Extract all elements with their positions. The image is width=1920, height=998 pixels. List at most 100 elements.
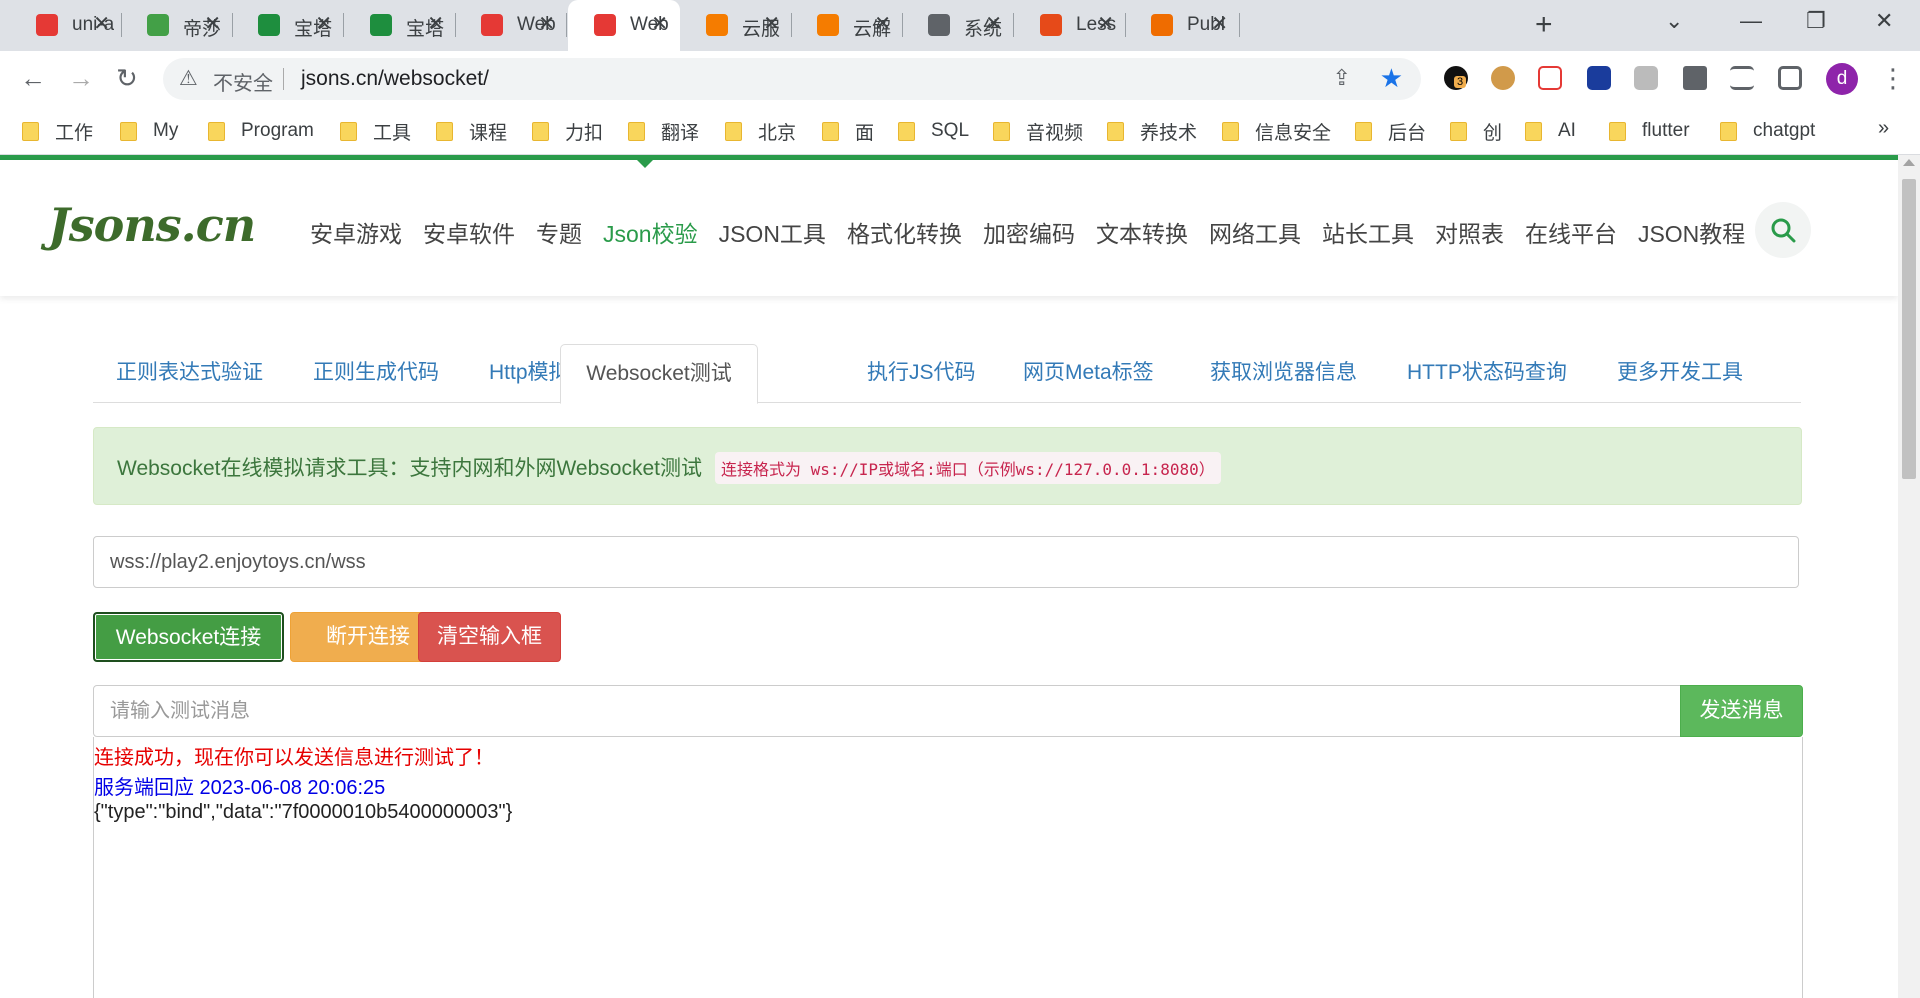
url-text[interactable]: jsons.cn/websocket/ [301, 67, 489, 91]
nav-link[interactable]: 文本转换 [1096, 215, 1188, 249]
tool-tab[interactable]: 正则表达式验证 [116, 344, 263, 403]
tab-search-icon[interactable]: ⌄ [1665, 8, 1683, 34]
bookmark-folder[interactable]: SQL [898, 119, 969, 143]
tool-tab[interactable]: 正则生成代码 [313, 344, 439, 403]
close-tab-icon[interactable]: ✕ [315, 11, 332, 36]
browser-tab[interactable]: 云服 ✕ [680, 0, 792, 51]
main-nav: 安卓游戏 安卓软件 专题 Json校验 JSON工具 格式化转换 加密编码 文本转换 网络工具站… [310, 215, 1766, 249]
nav-link[interactable]: 专题 [536, 215, 582, 249]
close-tab-icon[interactable]: ✕ [427, 11, 444, 36]
bookmark-folder[interactable]: My [120, 119, 178, 143]
bookmark-folder[interactable]: flutter [1609, 119, 1690, 143]
tool-tab[interactable]: HTTP状态码查询 [1407, 344, 1567, 403]
tool-tab[interactable]: 更多开发工具 [1617, 344, 1743, 403]
log-line-server-reply: 服务端回应 2023-06-08 20:06:25 [94, 777, 386, 799]
bookmark-folder[interactable]: 力扣 [532, 119, 603, 144]
tool-tab[interactable]: 网页Meta标签 [1023, 344, 1154, 403]
nav-link[interactable]: JSON教程 [1638, 215, 1745, 249]
close-tab-icon[interactable]: ✕ [204, 11, 221, 36]
site-logo[interactable]: Jsons.cn [48, 198, 256, 252]
nav-link[interactable]: 安卓游戏 [310, 215, 402, 249]
send-message-button[interactable]: 发送消息 [1680, 685, 1803, 737]
new-tab-button[interactable]: + [1535, 8, 1553, 42]
reading-list-icon[interactable] [1730, 66, 1754, 90]
sitemap-extension-icon[interactable] [1538, 66, 1562, 90]
page-scrollbar[interactable] [1898, 155, 1920, 998]
tool-tab[interactable]: 执行JS代码 [867, 344, 976, 403]
bookmark-folder[interactable]: 信息安全 [1222, 119, 1331, 144]
folder-icon [822, 121, 839, 141]
close-tab-icon[interactable]: ✕ [985, 11, 1002, 36]
nav-link[interactable]: 对照表 [1435, 215, 1504, 249]
message-input[interactable] [93, 685, 1681, 737]
puzzle-extensions-icon[interactable] [1683, 66, 1707, 90]
websocket-url-input[interactable] [93, 536, 1799, 588]
nav-link[interactable]: 在线平台 [1525, 215, 1617, 249]
site-search-button[interactable] [1755, 202, 1811, 258]
bookmark-folder[interactable]: AI [1525, 119, 1576, 143]
close-tab-icon[interactable]: ✕ [538, 11, 555, 36]
scroll-up-arrow-icon[interactable] [1903, 159, 1915, 166]
side-panel-icon[interactable] [1778, 66, 1802, 90]
scrollbar-thumb[interactable] [1902, 179, 1916, 479]
restore-button[interactable]: ❐ [1806, 8, 1826, 34]
nav-link[interactable]: Json校验 [603, 215, 698, 249]
menu-kebab-icon[interactable]: ⋮ [1880, 63, 1906, 94]
browser-tab[interactable]: 宝塔 ✕ [232, 0, 344, 51]
clear-input-button[interactable]: 清空输入框 [418, 612, 561, 662]
bookmark-folder[interactable]: 养技术 [1107, 119, 1197, 144]
address-bar[interactable]: ⚠ 不安全 jsons.cn/websocket/ ⇪ ★ [163, 58, 1421, 100]
more-bookmarks-icon[interactable]: » [1878, 117, 1889, 140]
connect-button[interactable]: Websocket连接 [93, 612, 284, 662]
browser-tab[interactable]: 帝莎 ✕ [121, 0, 233, 51]
browser-tab[interactable]: Publ ✕ [1125, 0, 1240, 51]
browser-tab[interactable]: Web ✕ [568, 0, 680, 51]
bookmark-folder[interactable]: 后台 [1355, 119, 1426, 144]
nav-link[interactable]: JSON工具 [719, 215, 826, 249]
reload-button[interactable]: ↻ [116, 63, 138, 94]
cookie-extension-icon[interactable] [1491, 66, 1515, 90]
nav-link[interactable]: 安卓软件 [423, 215, 515, 249]
bookmark-folder[interactable]: Program [208, 119, 314, 143]
bookmark-folder[interactable]: 工作 [22, 119, 94, 144]
close-tab-icon[interactable]: ✕ [651, 11, 668, 36]
nav-link[interactable]: 格式化转换 [847, 215, 962, 249]
message-log[interactable]: 连接成功，现在你可以发送信息进行测试了！ 服务端回应 2023-06-08 20… [93, 737, 1803, 998]
bookmark-label: 工作 [55, 122, 94, 144]
browser-tab[interactable]: Web ✕ [455, 0, 567, 51]
bookmark-folder[interactable]: 北京 [725, 119, 796, 144]
nav-link[interactable]: 站长工具 [1322, 215, 1414, 249]
bookmark-folder[interactable]: 工具 [340, 119, 411, 144]
bookmark-folder[interactable]: 音视频 [993, 119, 1083, 144]
browser-tab[interactable]: uni-a ✕ [10, 0, 122, 51]
nav-link[interactable]: 网络工具 [1209, 215, 1301, 249]
translate-extension-icon[interactable] [1587, 66, 1611, 90]
close-tab-icon[interactable]: ✕ [1097, 11, 1114, 36]
close-tab-icon[interactable]: ✕ [874, 11, 891, 36]
bookmark-star-icon[interactable]: ★ [1380, 63, 1403, 94]
share-icon[interactable]: ⇪ [1333, 65, 1351, 91]
close-tab-icon[interactable]: ✕ [1211, 11, 1228, 36]
forward-button[interactable]: → [68, 63, 94, 94]
bookmark-folder[interactable]: chatgpt [1720, 119, 1815, 143]
browser-tab[interactable]: 云解 ✕ [791, 0, 903, 51]
bookmark-folder[interactable]: 面 [822, 119, 874, 144]
tool-tab[interactable]: 获取浏览器信息 [1210, 344, 1357, 403]
tool-tab[interactable]: Websocket测试 [560, 344, 758, 404]
close-tab-icon[interactable]: ✕ [763, 11, 780, 36]
browser-tab[interactable]: Less ✕ [1014, 0, 1126, 51]
bookmark-folder[interactable]: 翻译 [628, 119, 699, 144]
close-tab-icon[interactable]: ✕ [93, 11, 110, 36]
bookmark-folder[interactable]: 课程 [436, 119, 507, 144]
bookmark-folder[interactable]: 创 [1450, 119, 1502, 144]
nav-link[interactable]: 加密编码 [983, 215, 1075, 249]
back-button[interactable]: ← [20, 63, 46, 94]
browser-tab[interactable]: 宝塔 ✕ [344, 0, 456, 51]
browser-tab[interactable]: 系统 ✕ [902, 0, 1014, 51]
profile-avatar[interactable]: d [1826, 63, 1858, 95]
close-window-button[interactable]: ✕ [1875, 8, 1893, 34]
extension-github-icon[interactable]: 3 [1444, 66, 1468, 90]
minimize-button[interactable]: — [1740, 8, 1762, 34]
folder-icon [1450, 121, 1467, 141]
gitzip-extension-icon[interactable] [1634, 66, 1658, 90]
